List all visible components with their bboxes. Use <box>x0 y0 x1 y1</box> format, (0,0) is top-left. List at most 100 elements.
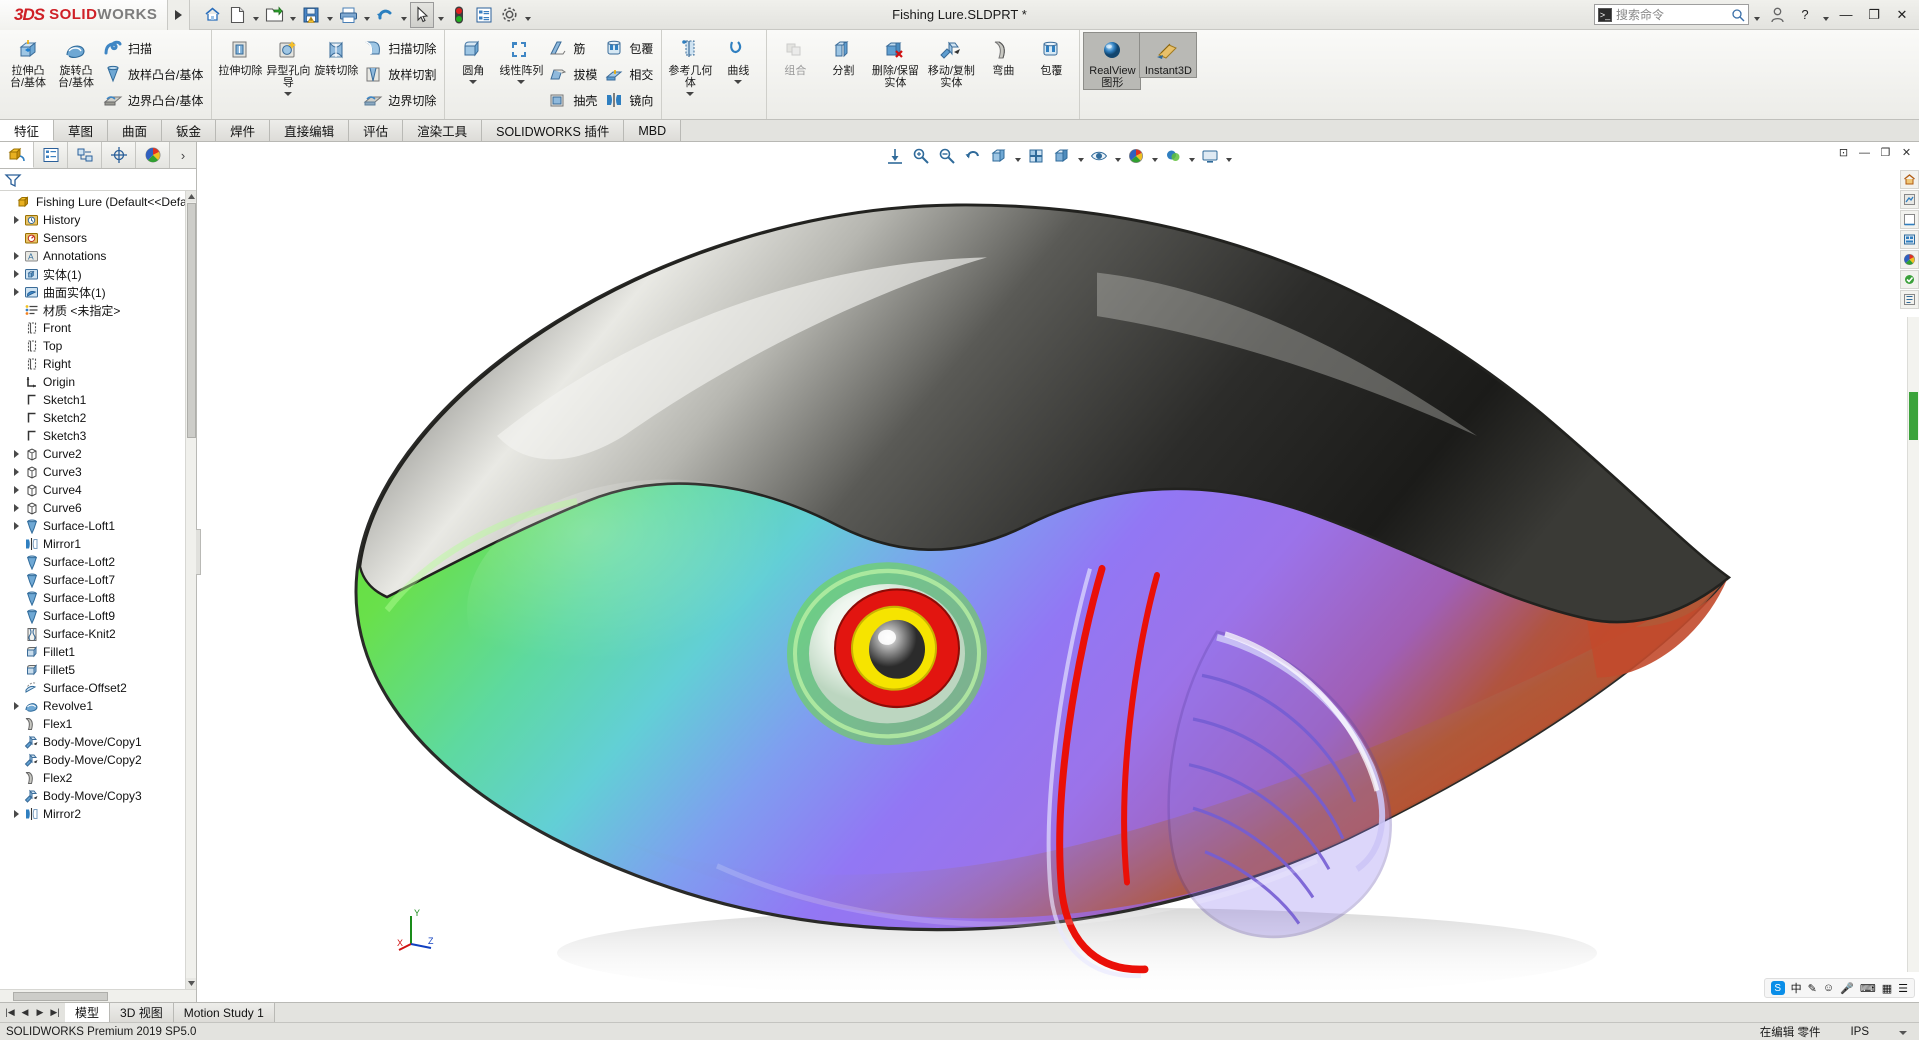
zoom-in-out-icon[interactable] <box>935 144 960 168</box>
restore-button[interactable]: ❐ <box>1861 2 1887 28</box>
ime-menu-icon[interactable]: ☰ <box>1898 982 1908 995</box>
zoom-to-area-icon[interactable] <box>909 144 934 168</box>
tree-expand-arrow[interactable] <box>9 810 23 818</box>
ime-voice-icon[interactable]: 🎤 <box>1840 982 1854 995</box>
tree-expand-arrow[interactable] <box>9 288 23 296</box>
tree-item[interactable]: Curve6 <box>0 499 196 517</box>
boundary-cut-button[interactable]: 边界切除 <box>360 87 440 113</box>
display-style-dropdown-arrow[interactable] <box>1076 144 1086 168</box>
tree-item[interactable]: 材质 <未指定> <box>0 301 196 319</box>
tab-mbd[interactable]: MBD <box>624 120 682 141</box>
tree-item[interactable]: Surface-Loft1 <box>0 517 196 535</box>
mirror-button[interactable]: 镜向 <box>601 87 657 113</box>
tree-item[interactable]: Curve3 <box>0 463 196 481</box>
doc-minimize-button[interactable]: — <box>1856 144 1873 161</box>
doc-restore-button[interactable]: ❐ <box>1877 144 1894 161</box>
graphics-area[interactable]: ⊡ — ❐ ✕ Y X Z S 中 ✎ ☺ 🎤 ⌨ ▦ ☰ <box>197 142 1919 1002</box>
hole-wizard-button[interactable]: 异型孔向导 <box>264 33 312 99</box>
tab-nav-next[interactable]: ▶ <box>33 1007 47 1018</box>
search-input[interactable]: >_ 搜索命令 <box>1594 4 1749 25</box>
tree-scroll-thumb[interactable] <box>187 203 196 438</box>
tree-item[interactable]: History <box>0 211 196 229</box>
feature-manager-tab[interactable] <box>0 142 34 168</box>
help-button[interactable]: ? <box>1792 2 1818 28</box>
reference-geometry-dropdown-arrow[interactable] <box>686 89 694 99</box>
tree-hscroll-thumb[interactable] <box>13 992 108 1001</box>
tab-solidworks-addins[interactable]: SOLIDWORKS 插件 <box>482 120 625 141</box>
edit-appearance-icon[interactable] <box>1124 144 1149 168</box>
linear-pattern-dropdown-arrow[interactable] <box>517 77 525 87</box>
close-button[interactable]: ✕ <box>1889 2 1915 28</box>
fishing-lure-3d-model[interactable] <box>197 142 1919 1002</box>
tree-item[interactable]: A Annotations <box>0 247 196 265</box>
new-document-dropdown-arrow[interactable] <box>250 2 261 28</box>
doc-pin-button[interactable]: ⊡ <box>1835 144 1852 161</box>
minimize-button[interactable]: — <box>1833 2 1859 28</box>
tree-item[interactable]: Body-Move/Copy3 <box>0 787 196 805</box>
graphics-vertical-scrollbar[interactable] <box>1907 317 1919 972</box>
curves-dropdown-arrow[interactable] <box>734 77 742 87</box>
ime-toolbox-icon[interactable]: ▦ <box>1882 982 1892 995</box>
lights-cameras-icon[interactable] <box>1899 230 1919 249</box>
fillet-button[interactable]: 圆角 <box>449 33 497 87</box>
scenes-icon[interactable] <box>1899 210 1919 229</box>
doc-close-button[interactable]: ✕ <box>1898 144 1915 161</box>
hide-show-dropdown-arrow[interactable] <box>1113 144 1123 168</box>
tree-item[interactable]: Fillet5 <box>0 661 196 679</box>
tree-item[interactable]: Curve4 <box>0 481 196 499</box>
home-icon[interactable] <box>200 2 224 28</box>
feature-tree[interactable]: Fishing Lure (Default<<Default>_ History S… <box>0 191 196 989</box>
tree-item[interactable]: Body-Move/Copy1 <box>0 733 196 751</box>
undo-icon[interactable] <box>373 2 397 28</box>
tree-item[interactable]: Fishing Lure (Default<<Default>_ <box>0 193 196 211</box>
view-orientation-icon[interactable] <box>1024 144 1049 168</box>
new-document-icon[interactable] <box>225 2 249 28</box>
revolve-cut-button[interactable]: 旋转切除 <box>312 33 360 77</box>
reference-geometry-button[interactable]: 参考几何体 <box>666 33 714 99</box>
curves-button[interactable]: 曲线 <box>714 33 762 87</box>
wrap-body-button[interactable]: 包覆 <box>1027 33 1075 77</box>
status-units-text[interactable]: IPS <box>1850 1026 1869 1038</box>
tab-surfaces[interactable]: 曲面 <box>108 120 163 141</box>
tree-filter-bar[interactable] <box>0 169 196 191</box>
intersect-button[interactable]: 相交 <box>601 61 657 87</box>
rib-button[interactable]: 筋 <box>545 35 601 61</box>
status-units-caret[interactable] <box>1899 1026 1907 1038</box>
options-gear-icon[interactable] <box>497 2 521 28</box>
bottom-tab-model[interactable]: 模型 <box>65 1003 111 1022</box>
open-document-icon[interactable] <box>262 2 286 28</box>
tab-nav-prev[interactable]: ◀ <box>18 1007 32 1018</box>
options-dropdown-arrow[interactable] <box>522 2 533 28</box>
tab-nav-first[interactable]: |◀ <box>3 1007 17 1018</box>
ime-keyboard-icon[interactable]: ⌨ <box>1860 982 1876 995</box>
tree-item[interactable]: Sketch3 <box>0 427 196 445</box>
select-dropdown-arrow[interactable] <box>435 2 446 28</box>
draft-button[interactable]: 拔模 <box>545 61 601 87</box>
graphics-scroll-thumb[interactable] <box>1909 392 1918 440</box>
tree-expand-arrow[interactable] <box>9 504 23 512</box>
view-settings-dropdown-arrow[interactable] <box>1224 144 1234 168</box>
tab-direct-editing[interactable]: 直接编辑 <box>270 120 350 141</box>
save-dropdown-arrow[interactable] <box>324 2 335 28</box>
hide-show-items-icon[interactable] <box>1087 144 1112 168</box>
tree-item[interactable]: Top <box>0 337 196 355</box>
tab-features[interactable]: 特征 <box>0 120 55 141</box>
split-button[interactable]: 分割 <box>819 33 867 77</box>
menu-expander-button[interactable] <box>168 0 191 30</box>
wrap-button[interactable]: 包覆 <box>601 35 657 61</box>
linear-pattern-button[interactable]: 线性阵列 <box>497 33 545 87</box>
tree-item[interactable]: Mirror2 <box>0 805 196 823</box>
tree-expand-arrow[interactable] <box>9 450 23 458</box>
section-view-dropdown-arrow[interactable] <box>1013 144 1023 168</box>
view-home-icon[interactable] <box>1899 170 1919 189</box>
tab-render-tools[interactable]: 渲染工具 <box>403 120 483 141</box>
bottom-tab-3d-views[interactable]: 3D 视图 <box>110 1003 174 1022</box>
tree-item[interactable]: Revolve1 <box>0 697 196 715</box>
tree-expand-arrow[interactable] <box>9 270 23 278</box>
loft-cut-button[interactable]: 放样切割 <box>360 61 440 87</box>
tree-item[interactable]: Origin <box>0 373 196 391</box>
ime-pen-icon[interactable]: ✎ <box>1808 982 1817 995</box>
tab-nav-last[interactable]: ▶| <box>48 1007 62 1018</box>
zoom-to-fit-icon[interactable] <box>883 144 908 168</box>
bottom-tab-motion-study[interactable]: Motion Study 1 <box>173 1003 275 1022</box>
